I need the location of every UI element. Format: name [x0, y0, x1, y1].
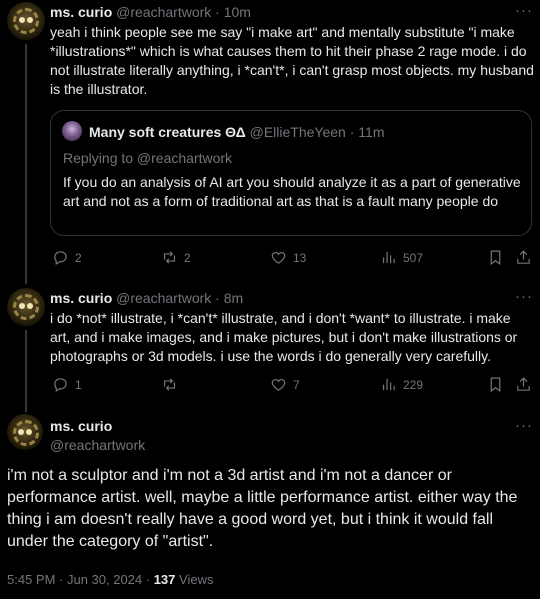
action-bar: 2 2 13 507 [50, 249, 532, 269]
more-icon[interactable]: ··· [515, 288, 533, 305]
bookmark-icon [490, 250, 501, 266]
views-button[interactable]: 229 [380, 376, 423, 393]
separator: · [215, 4, 220, 20]
views-count: 507 [403, 250, 424, 265]
avatar-ring [13, 8, 39, 34]
display-name[interactable]: ms. curio [50, 418, 112, 434]
separator: · [215, 290, 220, 306]
reply-button[interactable]: 1 [52, 376, 82, 393]
display-name[interactable]: ms. curio [50, 290, 112, 306]
repost-button[interactable]: 2 [161, 249, 191, 266]
like-button[interactable]: 13 [270, 249, 306, 266]
avatar-eye [26, 429, 32, 435]
repost-button[interactable] [161, 376, 184, 393]
reply-count: 2 [75, 250, 82, 265]
bookmark-icon [490, 377, 501, 393]
display-name[interactable]: ms. curio [50, 4, 112, 20]
quote-text: If you do an analysis of AI art you shou… [63, 174, 521, 209]
repost-icon [163, 251, 176, 264]
handle[interactable]: @reachartwork [116, 4, 211, 20]
avatar[interactable] [7, 414, 43, 450]
reply-icon [54, 378, 67, 392]
timestamp[interactable]: 8m [224, 290, 243, 306]
avatar[interactable] [7, 288, 45, 326]
tweet-header: ms. curio @reachartwork · 8m [50, 290, 243, 306]
tweet-2[interactable]: ms. curio @reachartwork · 8m ··· i do *n… [0, 282, 540, 412]
bookmark-button[interactable] [487, 376, 510, 393]
avatar-eye [18, 429, 24, 435]
views-count: 229 [403, 377, 424, 392]
like-icon [271, 378, 286, 391]
bookmark-button[interactable] [487, 249, 510, 266]
avatar[interactable] [7, 2, 45, 40]
views-label: Views [179, 572, 214, 587]
post-timestamp[interactable]: 5:45 PM · Jun 30, 2024 · [7, 572, 154, 587]
quote-header: Many soft creatures ΘΔ @EllieTheYeen · 1… [89, 124, 384, 140]
views-icon [382, 251, 395, 264]
handle[interactable]: @reachartwork [50, 437, 145, 453]
like-count: 7 [293, 377, 300, 392]
avatar-eye [27, 303, 33, 309]
more-icon[interactable]: ··· [515, 417, 533, 434]
more-icon[interactable]: ··· [515, 2, 533, 19]
thread-line [25, 44, 27, 284]
main-tweet-text: i'm not a sculptor and i'm not a 3d arti… [7, 467, 518, 550]
like-count: 13 [293, 250, 307, 265]
reply-button[interactable]: 2 [52, 249, 82, 266]
share-button[interactable] [515, 249, 538, 266]
avatar-ring [13, 420, 39, 446]
separator: · [349, 124, 355, 140]
views-button[interactable]: 507 [380, 249, 423, 266]
quote-handle: @EllieTheYeen [249, 124, 346, 140]
repost-count: 2 [184, 250, 191, 265]
share-icon [517, 377, 530, 391]
thread-line [25, 330, 27, 412]
quoted-tweet[interactable]: Many soft creatures ΘΔ @EllieTheYeen · 1… [50, 110, 532, 236]
quote-avatar [62, 121, 82, 141]
tweet-meta: 5:45 PM · Jun 30, 2024 · 137 Views [7, 572, 213, 587]
timestamp[interactable]: 10m [224, 4, 251, 20]
repost-icon [163, 378, 176, 391]
share-icon [517, 250, 530, 264]
quote-display-name: Many soft creatures ΘΔ [89, 124, 246, 140]
reply-icon [54, 251, 67, 265]
avatar-ring [13, 294, 39, 320]
views-icon [382, 378, 395, 391]
replying-to: Replying to @reachartwork [63, 150, 233, 166]
share-button[interactable] [515, 376, 538, 393]
tweet-text: yeah i think people see me say "i make a… [50, 24, 534, 97]
quote-timestamp: 11m [358, 124, 385, 140]
avatar-eye [19, 303, 25, 309]
avatar-eye [27, 17, 33, 23]
reply-count: 1 [75, 377, 82, 392]
like-icon [271, 251, 286, 264]
tweet-text: i do *not* illustrate, i *can't* illustr… [50, 310, 518, 364]
avatar-eye [19, 17, 25, 23]
action-bar: 1 7 229 [50, 376, 532, 396]
view-count: 137 [153, 572, 176, 587]
like-button[interactable]: 7 [270, 376, 300, 393]
tweet-header: ms. curio @reachartwork · 10m [50, 4, 251, 20]
handle[interactable]: @reachartwork [116, 290, 211, 306]
tweet-1[interactable]: ms. curio @reachartwork · 10m ··· yeah i… [0, 0, 540, 284]
